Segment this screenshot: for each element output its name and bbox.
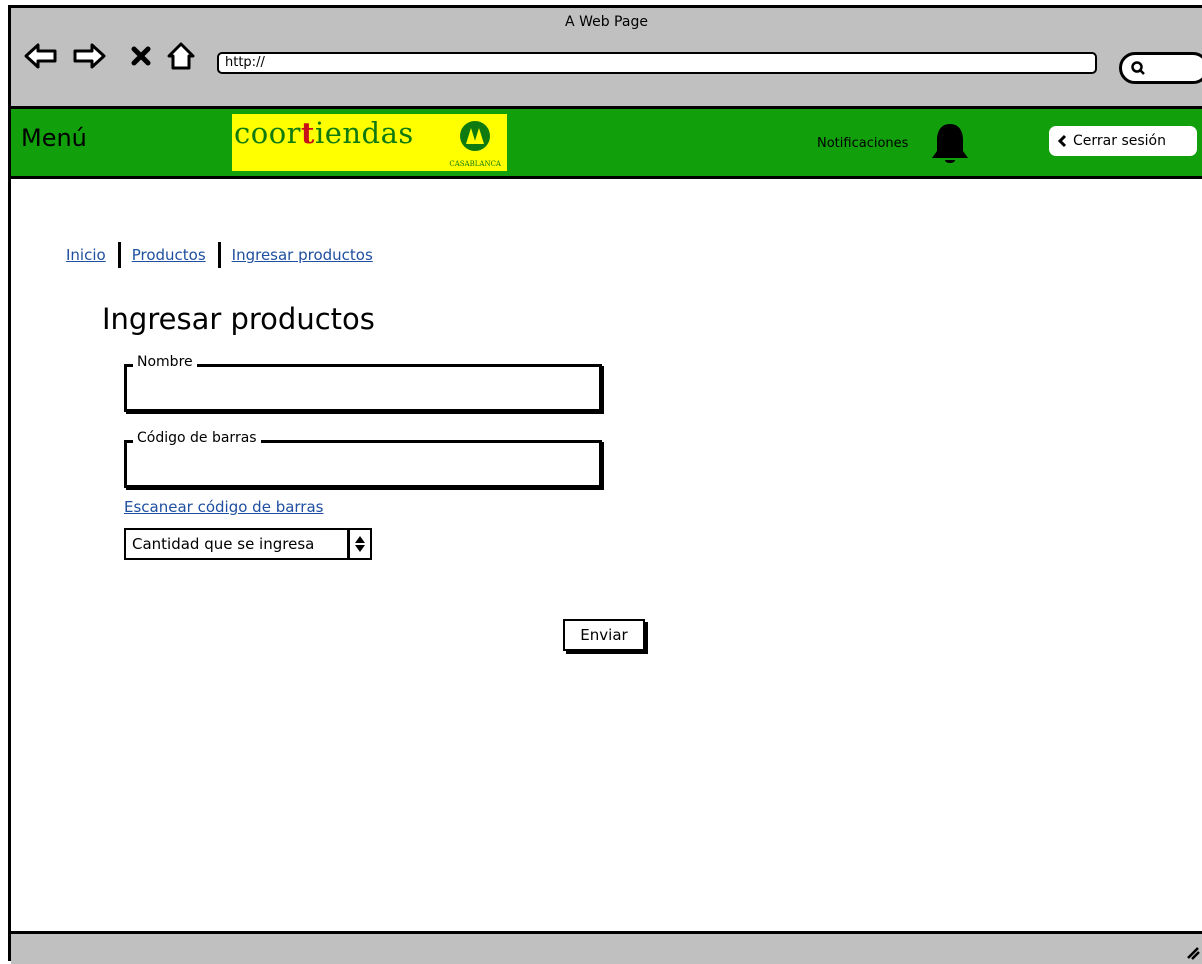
forward-button[interactable] xyxy=(71,38,107,74)
browser-search-button[interactable] xyxy=(1119,52,1202,84)
page-title: Ingresar productos xyxy=(102,302,375,336)
breadcrumb-products[interactable]: Productos xyxy=(132,246,206,264)
back-arrow-icon xyxy=(24,43,57,69)
coortiendas-logo[interactable]: coortiendas CASABLANCA xyxy=(232,114,507,171)
home-button[interactable] xyxy=(163,38,199,74)
breadcrumb-add-products[interactable]: Ingresar productos xyxy=(232,246,373,264)
search-icon xyxy=(1131,61,1145,75)
notifications-label[interactable]: Notificaciones xyxy=(817,136,908,151)
stop-button[interactable] xyxy=(123,38,159,74)
browser-status-bar xyxy=(11,931,1202,964)
forward-arrow-icon xyxy=(73,43,106,69)
chevron-left-icon xyxy=(1057,134,1067,148)
barcode-field[interactable]: Código de barras xyxy=(124,430,602,488)
barcode-input[interactable] xyxy=(133,457,592,483)
up-down-arrows-icon xyxy=(355,536,365,552)
stepper-arrows[interactable] xyxy=(347,530,370,558)
close-icon xyxy=(131,46,151,66)
address-bar[interactable]: http:// xyxy=(217,52,1097,74)
barcode-field-label: Código de barras xyxy=(133,430,261,446)
quantity-value: Cantidad que se ingresa xyxy=(132,535,315,553)
menu-button[interactable]: Menú xyxy=(21,124,87,152)
breadcrumb: Inicio Productos Ingresar productos xyxy=(66,242,373,268)
browser-toolbar: A Web Page http:// xyxy=(11,8,1202,109)
name-field[interactable]: Nombre xyxy=(124,354,602,412)
logo-wordmark: coortiendas xyxy=(234,116,414,150)
name-input[interactable] xyxy=(133,381,592,407)
logout-label: Cerrar sesión xyxy=(1073,133,1166,149)
back-button[interactable] xyxy=(23,38,59,74)
breadcrumb-separator xyxy=(217,242,221,268)
window-title: A Web Page xyxy=(565,14,648,30)
trees-icon xyxy=(460,121,490,151)
submit-button[interactable]: Enviar xyxy=(563,619,645,651)
logo-subtitle: CASABLANCA xyxy=(449,160,501,168)
app-header: Menú coortiendas CASABLANCA Notificacion… xyxy=(11,109,1202,179)
home-icon xyxy=(167,42,195,70)
logout-button[interactable]: Cerrar sesión xyxy=(1049,126,1197,156)
name-field-label: Nombre xyxy=(133,354,197,370)
breadcrumb-separator xyxy=(117,242,121,268)
scan-barcode-link[interactable]: Escanear código de barras xyxy=(124,498,323,516)
quantity-stepper[interactable]: Cantidad que se ingresa xyxy=(124,528,372,560)
bell-icon[interactable] xyxy=(928,121,972,167)
breadcrumb-home[interactable]: Inicio xyxy=(66,246,106,264)
resize-grip-icon[interactable] xyxy=(1186,944,1200,960)
